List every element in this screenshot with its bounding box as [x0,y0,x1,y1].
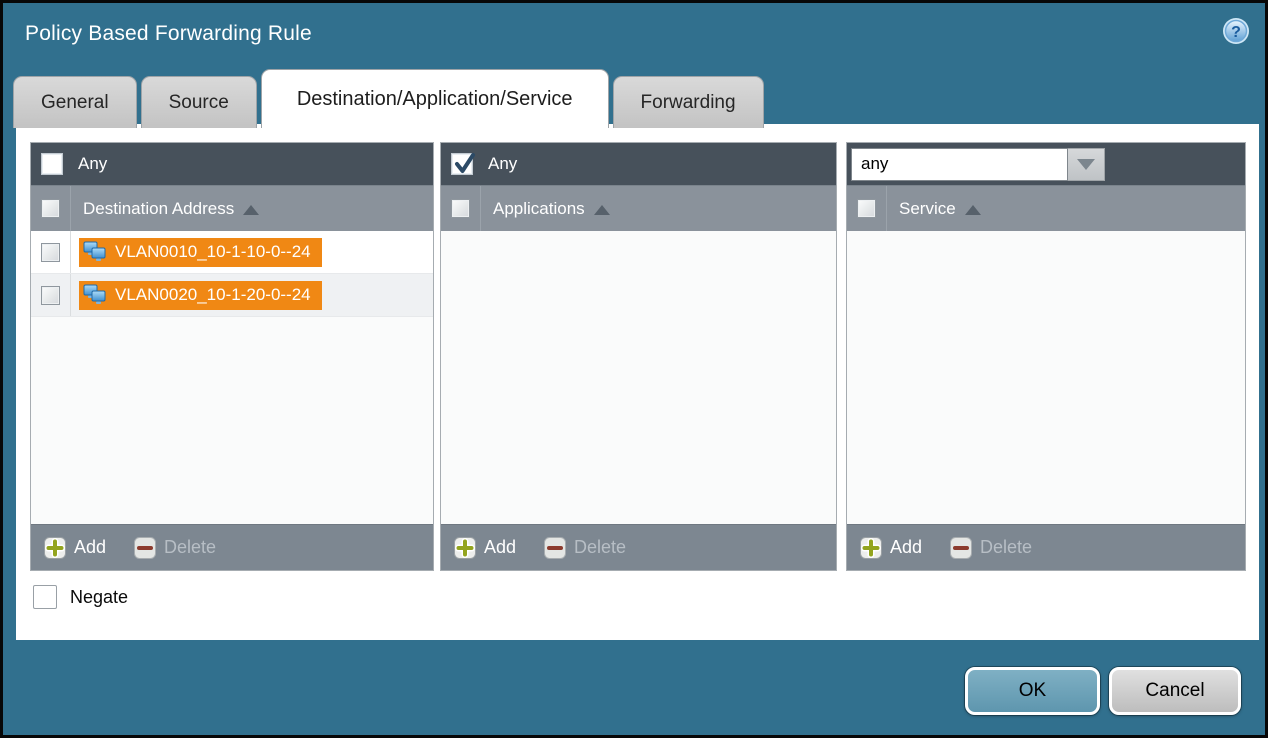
destination-any-checkbox[interactable] [41,153,63,175]
applications-any-bar: Any [441,143,836,185]
tab-general-label: General [41,92,109,114]
tab-general[interactable]: General [13,76,137,128]
applications-action-bar: Add Delete [441,524,836,570]
destination-any-bar: Any [31,143,433,185]
tab-destination-application-service[interactable]: Destination/Application/Service [261,69,609,128]
plus-icon [860,537,882,559]
delete-button[interactable]: Delete [950,537,1032,559]
delete-button[interactable]: Delete [134,537,216,559]
delete-button[interactable]: Delete [544,537,626,559]
tab-content: Any Destination Address [16,124,1259,640]
destination-column-header[interactable]: Destination Address [31,185,433,231]
address-object-icon [82,283,108,307]
destination-select-all-checkbox[interactable] [41,199,60,218]
add-button[interactable]: Add [860,537,922,559]
negate-checkbox[interactable] [33,585,57,609]
dropdown-button[interactable] [1068,148,1105,181]
plus-icon [44,537,66,559]
applications-any-checkbox[interactable] [451,153,473,175]
tab-forwarding-label: Forwarding [641,92,736,114]
address-object-chip[interactable]: VLAN0020_10-1-20-0--24 [79,281,322,310]
add-button-label: Add [890,537,922,558]
plus-icon [454,537,476,559]
delete-button-label: Delete [980,537,1032,558]
cancel-button-label: Cancel [1145,680,1204,702]
delete-button-label: Delete [164,537,216,558]
sort-ascending-icon [243,205,259,215]
table-row: VLAN0010_10-1-10-0--24 [31,231,433,274]
row-checkbox[interactable] [41,243,60,262]
add-button-label: Add [484,537,516,558]
applications-select-all-checkbox[interactable] [451,199,470,218]
tab-forwarding[interactable]: Forwarding [613,76,764,128]
add-button[interactable]: Add [454,537,516,559]
service-dropdown [851,148,1105,181]
help-icon[interactable]: ? [1222,17,1250,45]
sort-ascending-icon [594,205,610,215]
address-object-icon [82,240,108,264]
page-title: Policy Based Forwarding Rule [25,22,312,46]
negate-label: Negate [70,587,128,608]
service-panel: Service Add De [846,142,1246,571]
add-button-label: Add [74,537,106,558]
destination-header-label: Destination Address [83,199,234,219]
ok-button-label: OK [1019,680,1046,702]
minus-icon [544,537,566,559]
applications-header-label: Applications [493,199,585,219]
applications-list [441,231,836,524]
service-any-bar [847,143,1245,185]
table-row: VLAN0020_10-1-20-0--24 [31,274,433,317]
service-list [847,231,1245,524]
sort-ascending-icon [965,205,981,215]
tab-das-label: Destination/Application/Service [297,88,573,111]
minus-icon [134,537,156,559]
applications-column-header[interactable]: Applications [441,185,836,231]
address-object-label: VLAN0020_10-1-20-0--24 [115,285,311,305]
chevron-down-icon [1077,159,1095,170]
add-button[interactable]: Add [44,537,106,559]
row-checkbox[interactable] [41,286,60,305]
applications-any-label: Any [488,154,517,174]
applications-panel: Any Applications Add [440,142,837,571]
service-action-bar: Add Delete [847,524,1245,570]
destination-any-label: Any [78,154,107,174]
negate-option: Negate [33,585,128,609]
delete-button-label: Delete [574,537,626,558]
service-select-all-checkbox[interactable] [857,199,876,218]
ok-button[interactable]: OK [965,667,1100,715]
destination-action-bar: Add Delete [31,524,433,570]
address-object-chip[interactable]: VLAN0010_10-1-10-0--24 [79,238,322,267]
destination-address-panel: Any Destination Address [30,142,434,571]
tab-source-label: Source [169,92,229,114]
svg-text:?: ? [1231,24,1241,41]
service-header-label: Service [899,199,956,219]
minus-icon [950,537,972,559]
tab-bar: General Source Destination/Application/S… [13,69,764,128]
destination-list: VLAN0010_10-1-10-0--24 VLAN0020_10-1-20-… [31,231,433,524]
address-object-label: VLAN0010_10-1-10-0--24 [115,242,311,262]
tab-source[interactable]: Source [141,76,257,128]
checkmark-icon [453,151,477,177]
policy-forwarding-dialog: Policy Based Forwarding Rule ? General S… [0,0,1268,738]
service-column-header[interactable]: Service [847,185,1245,231]
cancel-button[interactable]: Cancel [1109,667,1241,715]
service-dropdown-input[interactable] [851,148,1068,181]
